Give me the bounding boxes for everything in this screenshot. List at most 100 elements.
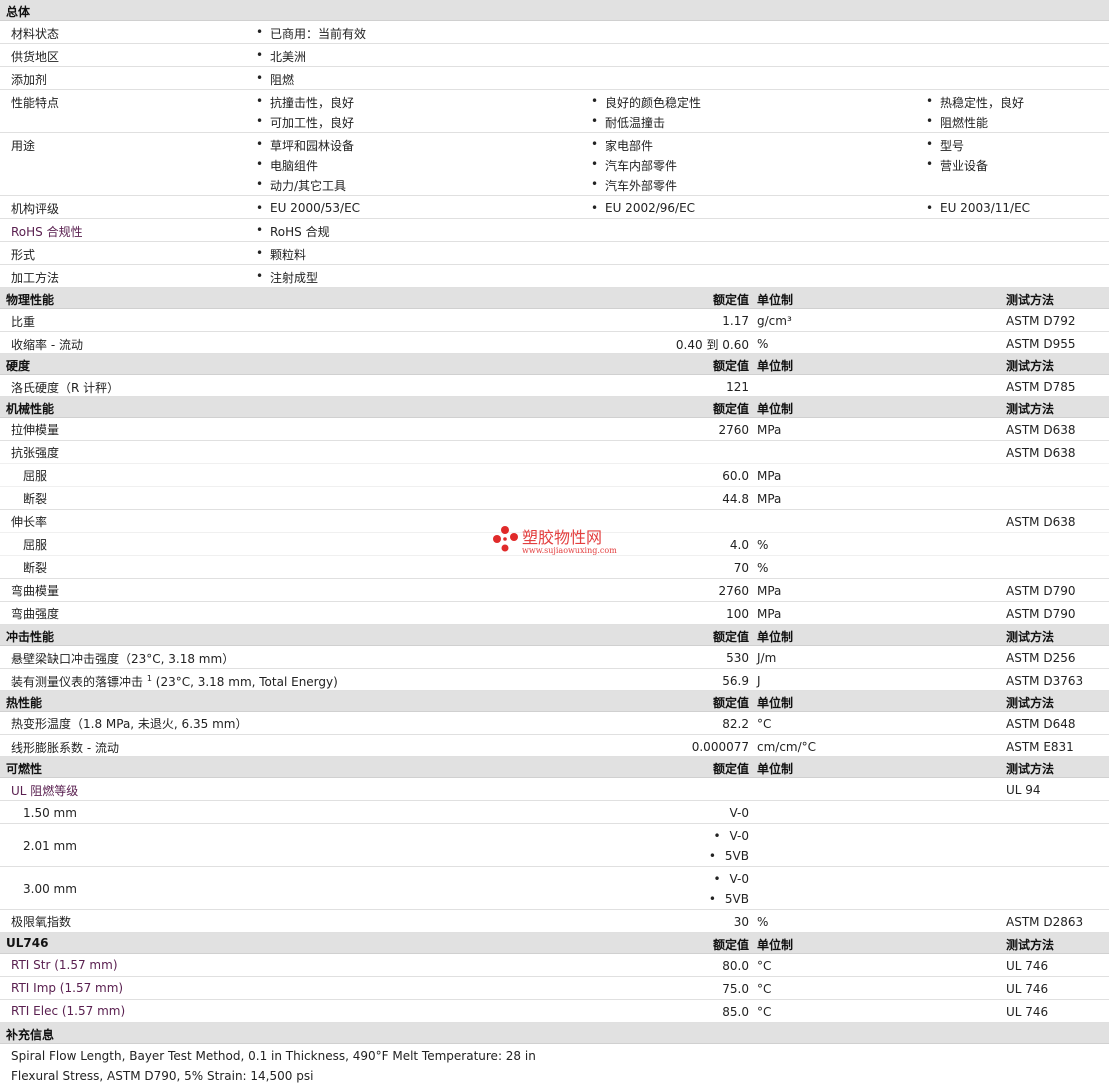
row-label: 3.00 mm (23, 882, 77, 896)
watermark-url: www.sujiaowuxing.com (522, 546, 617, 555)
section-title: 热性能 (6, 696, 43, 710)
row-method: ASTM D638 (1006, 423, 1076, 437)
bullet-value: 阻燃性能 (926, 114, 988, 131)
header-method: 测试方法 (1006, 293, 1055, 307)
section-impact: 冲击性能 额定值 单位制 测试方法 (0, 625, 1109, 646)
header-unit: 单位制 (757, 630, 794, 644)
section-hardness: 硬度 额定值 单位制 测试方法 (0, 354, 1109, 375)
row-unit: g/cm³ (757, 314, 792, 328)
section-title: UL746 (6, 936, 49, 950)
row-tensile-strength: 抗张强度 ASTM D638 (0, 441, 1109, 464)
row-label: 2.01 mm (23, 839, 77, 853)
row-label: RoHS 合规性 (11, 225, 83, 239)
bullet-value: 家电部件 (591, 137, 653, 154)
row-value: 60.0 (722, 469, 749, 483)
row-tensile-break: 断裂 44.8 MPa (0, 487, 1109, 510)
header-unit: 单位制 (757, 359, 794, 373)
row-label: 装有测量仪表的落镖冲击 1 (23°C, 3.18 mm, Total Ener… (11, 673, 338, 690)
row-additive: 添加剂 阻燃 (0, 67, 1109, 90)
row-processing: 加工方法 注射成型 (0, 265, 1109, 288)
row-label: 线形膨胀系数 - 流动 (11, 741, 119, 755)
row-method: UL 746 (1006, 959, 1049, 973)
row-label: 断裂 (23, 561, 48, 575)
header-unit: 单位制 (757, 293, 794, 307)
row-value: 30 (733, 915, 749, 929)
row-value: 85.0 (722, 1005, 749, 1019)
header-method: 测试方法 (1006, 696, 1055, 710)
row-unit: °C (757, 1005, 772, 1019)
row-agency-ratings: 机构评级 EU 2000/53/EC EU 2002/96/EC EU 2003… (0, 196, 1109, 219)
watermark-logo-icon (493, 526, 518, 552)
row-label: 屈服 (23, 538, 48, 552)
header-unit: 单位制 (757, 696, 794, 710)
row-unit: % (757, 561, 769, 575)
row-unit: J/m (757, 651, 777, 665)
section-general: 总体 (0, 0, 1109, 21)
dart-condition: (23°C, 3.18 mm, Total Energy) (155, 675, 338, 689)
header-value: 额定值 (712, 762, 749, 776)
row-method: ASTM E831 (1006, 740, 1074, 754)
header-value: 额定值 (712, 293, 749, 307)
bullet-value: 汽车内部零件 (591, 157, 677, 174)
row-ul-150: 1.50 mm V-0 (0, 801, 1109, 824)
row-izod: 悬壁梁缺口冲击强度（23°C, 3.18 mm） 530 J/m ASTM D2… (0, 646, 1109, 669)
row-form: 形式 颗粒料 (0, 242, 1109, 265)
row-label: 弯曲强度 (11, 607, 60, 621)
row-label: 伸长率 (11, 515, 48, 529)
watermark-text: 塑胶物性网 (522, 528, 603, 547)
row-unit: cm/cm/°C (757, 740, 817, 754)
row-method: ASTM D790 (1006, 584, 1076, 598)
row-value: 56.9 (722, 674, 749, 688)
header-method: 测试方法 (1006, 762, 1055, 776)
row-value: 2760 (718, 584, 749, 598)
row-rockwell: 洛氏硬度（R 计秤） 121 ASTM D785 (0, 375, 1109, 397)
supplement-block: Spiral Flow Length, Bayer Test Method, 0… (0, 1044, 1109, 1088)
row-unit: MPa (757, 469, 782, 483)
row-rti-imp: RTI Imp (1.57 mm) 75.0 °C UL 746 (0, 977, 1109, 1000)
row-method: ASTM D2863 (1006, 915, 1084, 929)
row-label: 加工方法 (11, 271, 60, 285)
row-loi: 极限氧指数 30 % ASTM D2863 (0, 910, 1109, 933)
section-title: 硬度 (6, 359, 31, 373)
row-unit: MPa (757, 492, 782, 506)
header-unit: 单位制 (757, 938, 794, 952)
row-unit: °C (757, 982, 772, 996)
section-mechanical: 机械性能 额定值 单位制 测试方法 (0, 397, 1109, 418)
header-unit: 单位制 (757, 762, 794, 776)
watermark: 塑胶物性网 www.sujiaowuxing.com (492, 522, 632, 562)
row-label: 极限氧指数 (11, 915, 72, 929)
row-value: 82.2 (722, 717, 749, 731)
bullet-value: 注射成型 (256, 269, 318, 286)
row-unit: % (757, 915, 769, 929)
header-value: 额定值 (712, 402, 749, 416)
bullet-value: 动力/其它工具 (256, 177, 346, 194)
row-label: 材料状态 (11, 27, 60, 41)
row-material-status: 材料状态 已商用：当前有效 (0, 21, 1109, 44)
row-method: ASTM D256 (1006, 651, 1076, 665)
row-flex-modulus: 弯曲模量 2760 MPa ASTM D790 (0, 579, 1109, 602)
row-method: ASTM D638 (1006, 515, 1076, 529)
header-value: 额定值 (712, 359, 749, 373)
bullet-value: 颗粒料 (256, 246, 306, 263)
row-tensile-yield: 屈服 60.0 MPa (0, 464, 1109, 487)
bullet-value: 5VB (709, 892, 749, 906)
row-value: 2760 (718, 423, 749, 437)
section-title: 机械性能 (6, 402, 55, 416)
section-title: 冲击性能 (6, 630, 55, 644)
row-label: RTI Imp (1.57 mm) (11, 981, 124, 995)
bullet-value: 耐低温撞击 (591, 114, 665, 131)
row-clte: 线形膨胀系数 - 流动 0.000077 cm/cm/°C ASTM E831 (0, 735, 1109, 757)
row-method: ASTM D785 (1006, 380, 1076, 394)
bullet-value: 已商用：当前有效 (256, 25, 366, 42)
row-value: 0.000077 (691, 740, 749, 754)
row-label: 热变形温度（1.8 MPa, 未退火, 6.35 mm） (11, 717, 248, 731)
row-label: 比重 (11, 315, 36, 329)
bullet-value: 良好的颜色稳定性 (591, 94, 701, 111)
row-value: 530 (726, 651, 749, 665)
row-unit: MPa (757, 423, 782, 437)
section-physical: 物理性能 额定值 单位制 测试方法 (0, 288, 1109, 309)
row-label: RTI Str (1.57 mm) (11, 958, 118, 972)
row-label: UL 阻燃等级 (11, 784, 79, 798)
row-label: 断裂 (23, 492, 48, 506)
section-thermal: 热性能 额定值 单位制 测试方法 (0, 691, 1109, 712)
